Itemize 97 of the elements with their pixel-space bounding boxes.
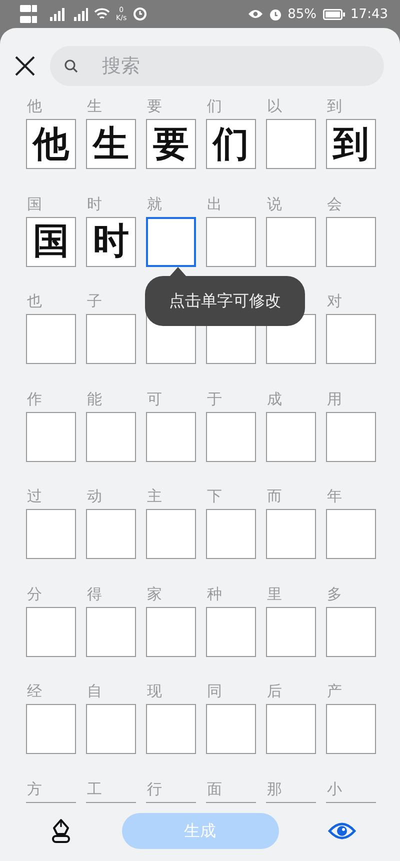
character-label: 产 — [327, 682, 342, 700]
character-label: 家 — [147, 584, 162, 602]
character-label: 种 — [207, 584, 222, 602]
handwriting-cell[interactable] — [326, 314, 376, 364]
character-label: 过 — [27, 487, 42, 505]
handwriting-cell[interactable] — [326, 704, 376, 754]
character-label: 用 — [327, 390, 342, 408]
handwriting-cell[interactable]: 要 — [146, 119, 196, 169]
handwriting-cell[interactable] — [146, 509, 196, 559]
handwriting-cell[interactable] — [26, 412, 76, 462]
close-icon[interactable] — [14, 55, 36, 77]
battery-icon — [322, 8, 345, 20]
character-label: 后 — [267, 682, 282, 700]
handwriting-cell[interactable] — [206, 509, 256, 559]
character-label: 成 — [267, 390, 282, 408]
character-label: 要 — [147, 97, 162, 115]
handwriting-cell[interactable] — [146, 606, 196, 656]
character-label: 会 — [327, 194, 342, 212]
handwriting-cell[interactable] — [326, 216, 376, 266]
handwriting-cell[interactable] — [266, 412, 316, 462]
handwriting-cell[interactable]: 国 — [26, 216, 76, 266]
character-label: 能 — [87, 390, 102, 408]
character-label: 多 — [327, 584, 342, 602]
character-label: 也 — [27, 292, 42, 310]
character-label: 小 — [327, 780, 342, 798]
character-label: 们 — [207, 97, 222, 115]
handwriting-cell[interactable] — [86, 509, 136, 559]
handwriting-cell[interactable] — [266, 704, 316, 754]
handwriting-cell[interactable] — [26, 704, 76, 754]
handwriting-cell[interactable] — [86, 314, 136, 364]
character-label: 作 — [27, 390, 42, 408]
handwriting-cell[interactable] — [146, 216, 196, 266]
handwriting-cell[interactable] — [86, 606, 136, 656]
character-label: 那 — [267, 780, 282, 798]
character-label: 年 — [327, 487, 342, 505]
handwriting-cell[interactable] — [26, 509, 76, 559]
character-label: 生 — [87, 97, 102, 115]
handwriting-cell[interactable] — [206, 216, 256, 266]
character-label: 出 — [207, 194, 222, 212]
eye-icon[interactable] — [328, 822, 356, 840]
handwriting-cell[interactable] — [206, 704, 256, 754]
handwriting-cell[interactable] — [266, 509, 316, 559]
clock-time: 17:43 — [350, 6, 388, 22]
character-label: 面 — [207, 780, 222, 798]
clock-icon — [132, 7, 147, 21]
tooltip: 点击单字可修改 — [145, 267, 305, 326]
character-label: 子 — [87, 292, 102, 310]
character-label: 经 — [27, 682, 42, 700]
alarm-icon — [268, 8, 282, 20]
handwriting-cell[interactable] — [206, 606, 256, 656]
character-label: 说 — [267, 194, 282, 212]
handwriting-cell[interactable] — [86, 412, 136, 462]
handwriting-cell[interactable] — [146, 412, 196, 462]
character-label: 可 — [147, 390, 162, 408]
pen-nib-icon[interactable] — [50, 818, 72, 844]
handwriting-cell[interactable]: 他 — [26, 119, 76, 169]
handwriting-cell[interactable] — [146, 704, 196, 754]
character-label: 行 — [147, 780, 162, 798]
handwriting-cell[interactable] — [206, 412, 256, 462]
handwriting-cell[interactable] — [326, 412, 376, 462]
character-label: 主 — [147, 487, 162, 505]
search-field[interactable]: 搜索 — [50, 46, 384, 86]
character-label: 分 — [27, 584, 42, 602]
handwriting-cell[interactable] — [326, 509, 376, 559]
handwriting-cell[interactable]: 生 — [86, 119, 136, 169]
character-label: 方 — [27, 780, 42, 798]
handwriting-cell[interactable] — [326, 606, 376, 656]
character-label: 到 — [327, 97, 342, 115]
character-label: 动 — [87, 487, 102, 505]
character-label: 对 — [327, 292, 342, 310]
character-label: 里 — [267, 584, 282, 602]
character-label: 工 — [87, 780, 102, 798]
handwriting-cell[interactable]: 时 — [86, 216, 136, 266]
handwriting-cell[interactable] — [26, 314, 76, 364]
handwriting-cell[interactable]: 们 — [206, 119, 256, 169]
character-label: 以 — [267, 97, 282, 115]
character-label: 同 — [207, 682, 222, 700]
character-label: 现 — [147, 682, 162, 700]
character-label: 下 — [207, 487, 222, 505]
handwriting-cell[interactable] — [266, 119, 316, 169]
character-label: 国 — [27, 194, 42, 212]
character-label: 就 — [147, 194, 162, 212]
character-label: 得 — [87, 584, 102, 602]
character-label: 自 — [87, 682, 102, 700]
character-label: 时 — [87, 194, 102, 212]
wifi-icon — [94, 8, 110, 20]
character-label: 而 — [267, 487, 282, 505]
sim-icon — [20, 3, 38, 25]
handwriting-cell[interactable]: 到 — [326, 119, 376, 169]
eye-icon — [248, 9, 263, 19]
handwriting-cell[interactable] — [266, 216, 316, 266]
handwriting-cell[interactable] — [26, 606, 76, 656]
handwriting-cell[interactable] — [266, 606, 316, 656]
handwriting-cell[interactable] — [86, 704, 136, 754]
character-label: 于 — [207, 390, 222, 408]
character-label: 他 — [27, 97, 42, 115]
battery-percent: 85% — [288, 6, 317, 22]
